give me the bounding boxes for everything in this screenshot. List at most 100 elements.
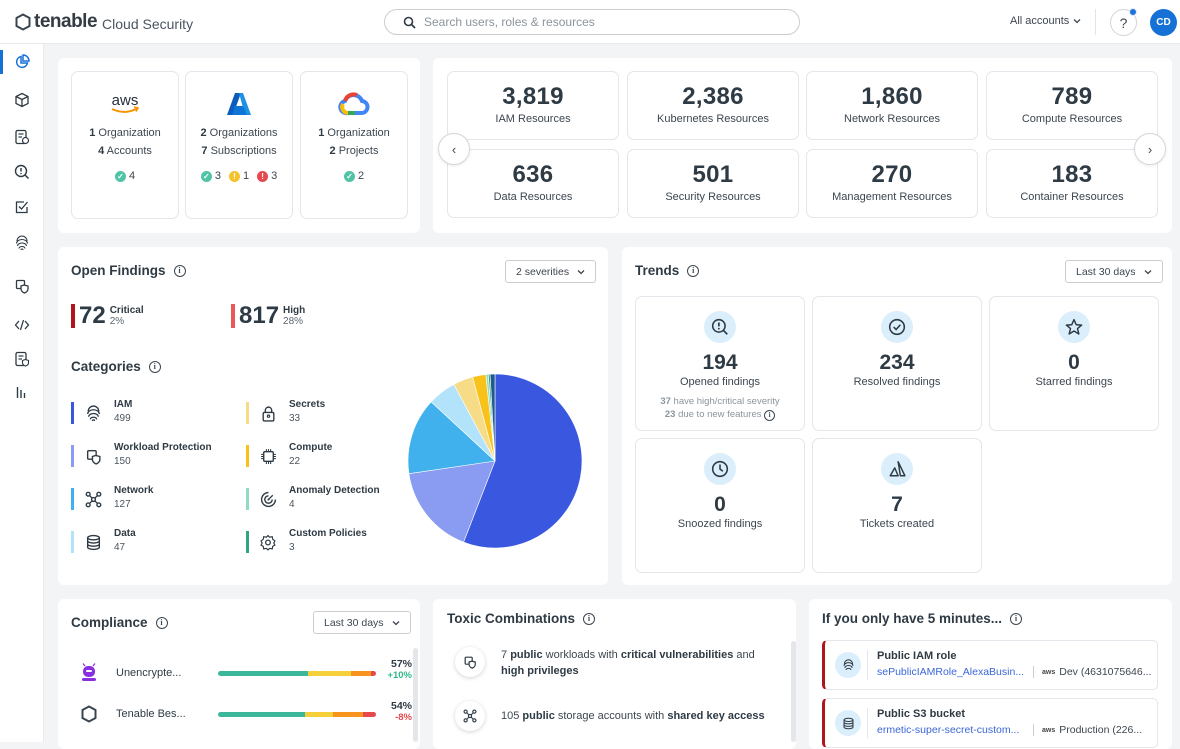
severity-filter-dropdown[interactable]: 2 severities <box>505 260 597 283</box>
quick-finding-item[interactable]: Public IAM role sePublicIAMRole_AlexaBus… <box>822 640 1158 690</box>
category-color-bar <box>246 488 249 510</box>
check-circle-icon <box>888 318 906 336</box>
info-icon[interactable]: i <box>148 360 161 373</box>
logo[interactable]: tenable Cloud Security <box>14 11 193 33</box>
category-item[interactable]: IAM 499 <box>71 398 132 430</box>
category-count: 3 <box>289 542 295 553</box>
info-icon[interactable]: i <box>173 264 186 277</box>
accounts-selector[interactable]: All accounts <box>1010 15 1081 27</box>
account-name[interactable]: Dev (4631075646... <box>1059 666 1151 678</box>
brand-name: tenable <box>34 11 98 32</box>
toxic-scrollbar[interactable] <box>791 641 796 742</box>
info-icon[interactable]: i <box>687 264 700 277</box>
error-icon: ! <box>257 170 269 182</box>
sidebar-item-identity[interactable] <box>0 228 44 258</box>
category-item[interactable]: Workload Protection 150 <box>71 441 212 473</box>
progress-segment <box>350 670 372 676</box>
carousel-next-button[interactable]: › <box>1134 133 1166 165</box>
sidebar-item-code[interactable] <box>0 310 44 340</box>
trend-card-starred[interactable]: 0 Starred findings <box>989 296 1159 431</box>
category-name: Secrets <box>289 399 326 410</box>
category-item[interactable]: Compute 22 <box>246 441 332 473</box>
sidebar-item-inventory[interactable] <box>0 85 44 115</box>
category-item[interactable]: Custom Policies 3 <box>246 527 367 559</box>
help-button[interactable]: ? <box>1110 8 1137 36</box>
category-name: Anomaly Detection <box>289 485 380 496</box>
category-count: 22 <box>289 456 301 467</box>
sidebar-item-reports[interactable] <box>0 122 44 152</box>
trends-period-dropdown[interactable]: Last 30 days <box>1065 260 1163 283</box>
search-alert-icon <box>14 164 30 180</box>
network-icon <box>85 491 101 507</box>
trend-card-snoozed[interactable]: 0 Snoozed findings <box>635 438 805 573</box>
fingerprint-icon <box>843 658 853 670</box>
critical-count[interactable]: 72 Critical 2% <box>71 302 144 330</box>
category-count: 499 <box>114 413 131 424</box>
sidebar-item-findings[interactable] <box>0 157 44 187</box>
sidebar-item-workload[interactable] <box>0 271 44 301</box>
toxic-combination-item[interactable]: 105 public storage accounts with shared … <box>455 701 781 731</box>
resource-card[interactable]: 636 Data Resources <box>447 149 619 218</box>
resource-card[interactable]: 270 Management Resources <box>806 149 978 218</box>
org-label: Organizations <box>209 127 278 139</box>
resource-card[interactable]: 789 Compute Resources <box>986 71 1158 140</box>
quick-finding-item[interactable]: Public S3 bucket ermetic-super-secret-cu… <box>822 698 1158 748</box>
trend-card-resolved[interactable]: 234 Resolved findings <box>812 296 982 431</box>
status-warning: ! 1 <box>228 170 249 182</box>
progress-segment <box>304 711 334 717</box>
sidebar-item-dashboard[interactable] <box>0 47 44 77</box>
resource-card[interactable]: 2,386 Kubernetes Resources <box>627 71 799 140</box>
resource-link[interactable]: sePublicIAMRole_AlexaBusin... <box>877 666 1024 678</box>
resource-card[interactable]: 3,819 IAM Resources <box>447 71 619 140</box>
info-icon[interactable]: i <box>1010 612 1023 625</box>
compliance-item[interactable]: Tenable Bes... 54% -8% <box>80 700 412 723</box>
resource-card[interactable]: 183 Container Resources <box>986 149 1158 218</box>
sidebar-item-analytics[interactable] <box>0 377 44 407</box>
info-icon[interactable]: i <box>155 616 168 629</box>
trend-card-tickets[interactable]: 7 Tickets created <box>812 438 982 573</box>
open-findings-title: Open Findings i <box>71 263 186 278</box>
network-icon <box>463 709 477 723</box>
category-item[interactable]: Secrets 33 <box>246 398 325 430</box>
resource-card[interactable]: 501 Security Resources <box>627 149 799 218</box>
compliance-period-dropdown[interactable]: Last 30 days <box>313 611 411 634</box>
category-item[interactable]: Data 47 <box>71 527 136 559</box>
fingerprint-icon <box>86 405 100 421</box>
toxic-combination-item[interactable]: 7 public workloads with critical vulnera… <box>455 647 781 679</box>
search-input[interactable] <box>424 15 764 29</box>
category-name: Network <box>114 485 154 496</box>
finding-title: Public IAM role <box>877 650 957 662</box>
account-name[interactable]: Production (226... <box>1059 724 1142 736</box>
compliance-item[interactable]: Unencrypte... 57% +10% <box>80 658 412 683</box>
status-summary: ✓ 2 <box>301 170 407 182</box>
toxic-combinations-title: Toxic Combinations i <box>447 611 596 626</box>
carousel-prev-button[interactable]: ‹ <box>438 133 470 165</box>
category-item[interactable]: Anomaly Detection 4 <box>246 484 380 516</box>
sidebar-item-compliance[interactable] <box>0 192 44 222</box>
high-bar <box>231 304 235 328</box>
status-ok: ✓ 2 <box>343 170 364 182</box>
tenable-logo-icon <box>15 13 31 31</box>
check-circle-icon: ✓ <box>114 170 126 182</box>
search-box[interactable] <box>384 9 800 35</box>
progress-segment <box>218 670 309 676</box>
trend-card-opened[interactable]: 194 Opened findings 37 have high/critica… <box>635 296 805 431</box>
compliance-scrollbar[interactable] <box>413 648 418 742</box>
status-summary: ✓ 4 <box>72 170 178 182</box>
high-count[interactable]: 817 High 28% <box>231 302 305 330</box>
category-item[interactable]: Network 127 <box>71 484 153 516</box>
resource-link[interactable]: ermetic-super-secret-custom... <box>877 724 1019 736</box>
user-avatar[interactable]: CD <box>1150 9 1177 36</box>
compliance-percent: 57% <box>390 658 412 670</box>
sidebar-item-policies[interactable] <box>0 344 44 374</box>
category-color-bar <box>71 445 74 467</box>
cloud-card-gcp[interactable]: 1 Organization 2 Projects ✓ 2 <box>300 71 408 219</box>
cloud-card-azure[interactable]: 2 Organizations 7 Subscriptions ✓ 3 ! 1 ! 3 <box>185 71 293 219</box>
atlassian-icon <box>889 460 906 477</box>
category-color-bar <box>246 531 249 553</box>
cloud-card-aws[interactable]: aws 1 Organization 4 Accounts ✓ 4 <box>71 71 179 219</box>
compliance-item-name: Tenable Bes... <box>116 708 186 720</box>
info-icon[interactable]: i <box>583 612 596 625</box>
resource-card[interactable]: 1,860 Network Resources <box>806 71 978 140</box>
info-icon[interactable]: i <box>764 410 776 421</box>
